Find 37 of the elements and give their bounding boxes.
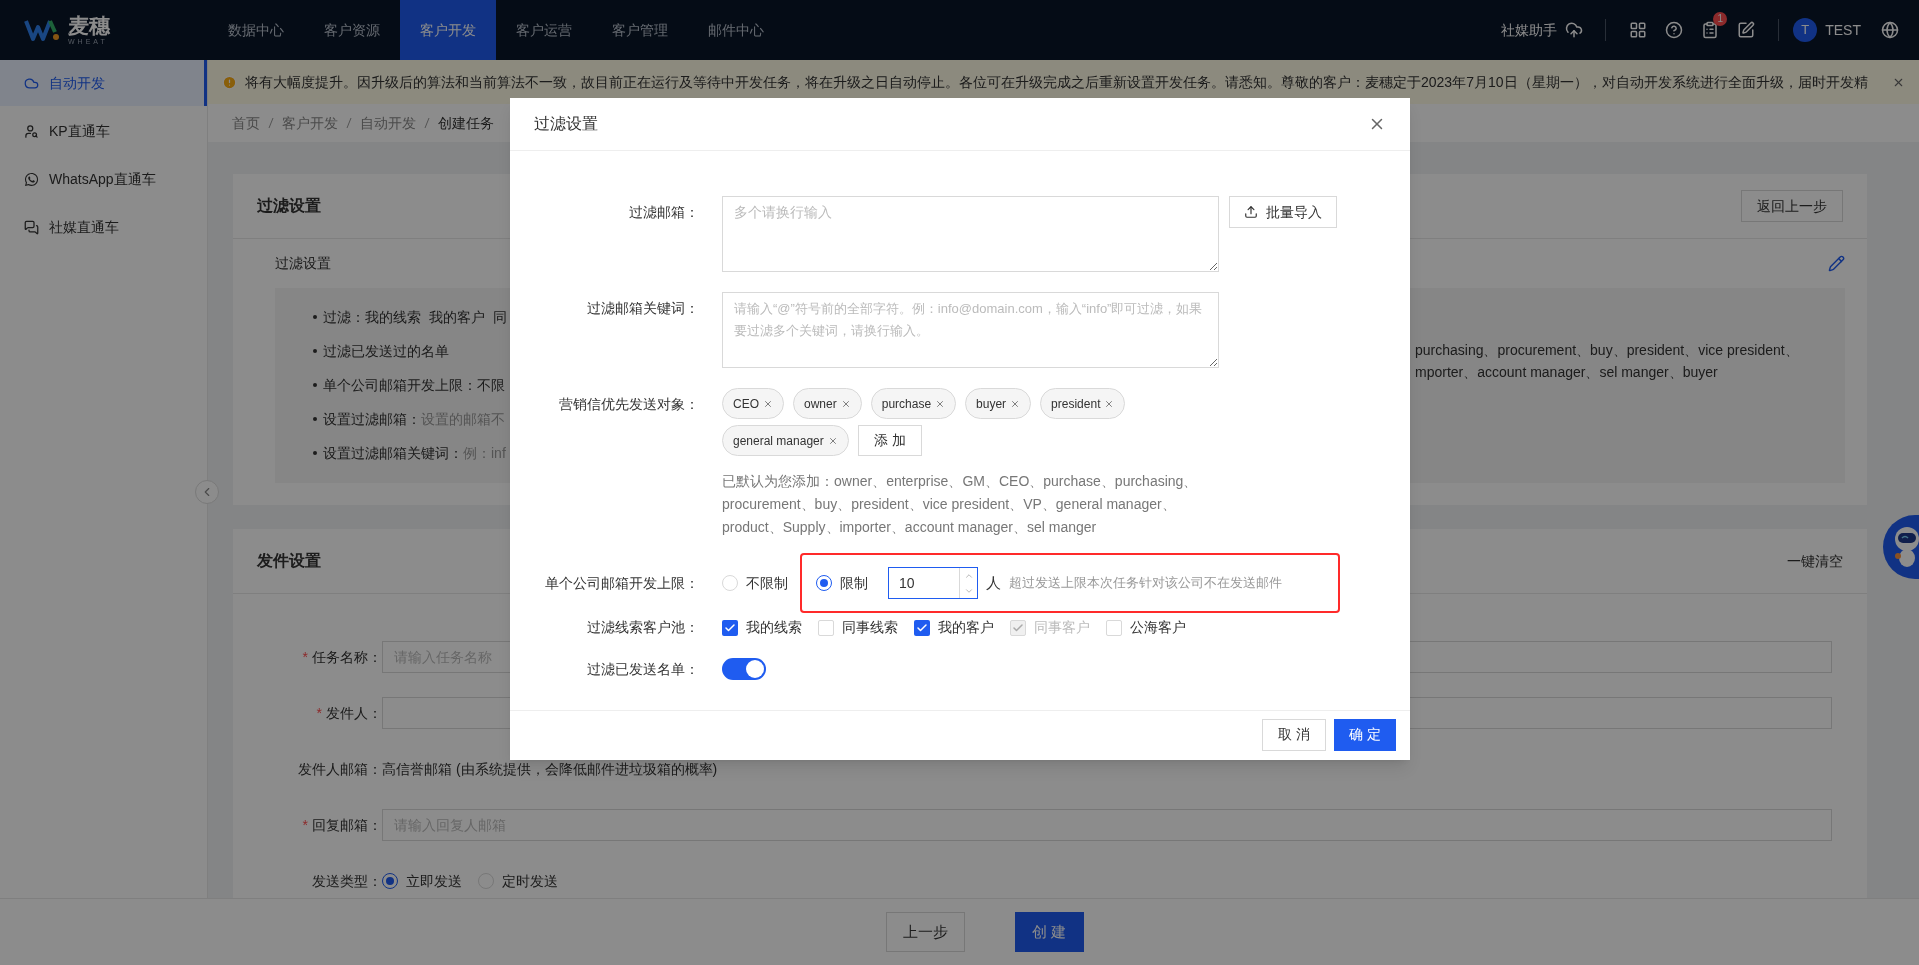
limit-note: 超过发送上限本次任务针对该公司不在发送邮件	[1009, 574, 1282, 593]
tag: CEO	[722, 388, 784, 419]
summary-text: purchasing、procurement、buy、president、vice president、	[1415, 341, 1800, 360]
field-label: 单个公司邮箱开发上限：	[544, 573, 700, 593]
required-mark: *	[302, 815, 308, 835]
tag: president	[1040, 388, 1126, 419]
field-value: 高信誉邮箱 (由系统提供，会降低邮件进垃圾箱的概率)	[382, 759, 718, 779]
field-label: 发送类型：	[312, 871, 382, 891]
breadcrumb-item: 创建任务	[438, 113, 494, 133]
field-label: 营销信优先发送对象：	[558, 395, 700, 414]
section-label: 过滤设置	[275, 254, 331, 273]
summary-item: 过滤：我的线索 我的客户 同	[313, 306, 507, 328]
alert-text: 将有大幅度提升。因升级后的算法和当前算法不一致，故目前正在运行及等待中开发任务，将在升级之日自动停止。各位可在升级完成之后重新设置开发任务。请悉知。尊敬的客户：麦穗定于2023年7月10日（星期一），对自动开发系统进行全面升级，届时开发精	[245, 72, 1869, 92]
card-title: 过滤设置	[257, 196, 321, 216]
summary-item: 单个公司邮箱开发上限：不限	[313, 374, 507, 396]
default-targets-hint: 已默认为您添加：owner、enterprise、GM、CEO、purchase、purchasing、procurement、buy、president、vice president、VP、general manager、product、Supply、importer、account manager、sel manger	[722, 472, 1199, 537]
unit-label: 人	[986, 572, 1001, 593]
notification-badge: 1	[1713, 12, 1728, 26]
field-label: 任务名称：	[312, 647, 382, 667]
tag: purchase	[870, 388, 957, 419]
summary-item: 过滤已发送过的名单	[313, 340, 507, 362]
field-label: 回复邮箱：	[312, 815, 382, 835]
field-label: 发件人邮箱：	[298, 759, 382, 779]
field-label: 过滤线索客户池：	[586, 618, 700, 637]
dialog-title: 过滤设置	[534, 114, 598, 134]
summary-text: mporter、account manager、sel manger、buyer	[1415, 363, 1719, 382]
field-label: 发件人：	[326, 703, 382, 723]
required-mark: *	[302, 647, 308, 667]
field-label: 过滤已发送名单：	[586, 659, 700, 679]
card-title: 发件设置	[257, 551, 321, 571]
tag: buyer	[965, 388, 1032, 419]
field-label: 过滤邮箱：	[628, 203, 700, 222]
field-label: 过滤邮箱关键词：	[586, 299, 700, 318]
logo-name: 麦穗	[68, 15, 110, 36]
tag: general manager	[722, 425, 849, 456]
tag: owner	[793, 388, 862, 419]
required-mark: *	[316, 703, 322, 723]
